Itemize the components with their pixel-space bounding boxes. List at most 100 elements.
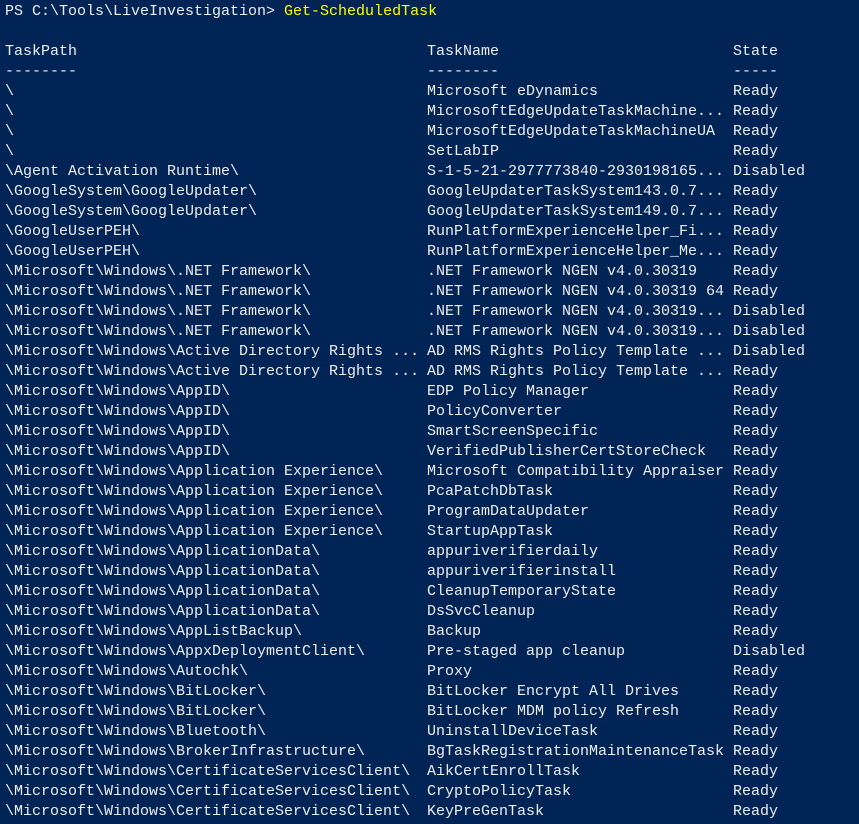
table-row: \Microsoft\Windows\BitLocker\ BitLocker E… xyxy=(0,682,859,702)
table-row: \Microsoft\Windows\Application Experienc… xyxy=(0,482,859,502)
cell-taskpath: \Microsoft\Windows\AppID\ xyxy=(5,423,231,440)
cell-taskname: CryptoPolicyTask xyxy=(427,783,572,800)
cell-taskname: Backup xyxy=(427,623,482,640)
cell-state: Disabled xyxy=(733,643,806,660)
table-row: \Microsoft\Windows\Active Directory Righ… xyxy=(0,362,859,382)
cell-state: Ready xyxy=(733,123,779,140)
cell-state: Ready xyxy=(733,383,779,400)
cell-state: Ready xyxy=(733,403,779,420)
table-row: \Microsoft\Windows\AppxDeploymentClient\… xyxy=(0,642,859,662)
cell-state: Ready xyxy=(733,683,779,700)
cell-state: Disabled xyxy=(733,163,806,180)
cell-state: Ready xyxy=(733,103,779,120)
cell-taskname: UninstallDeviceTask xyxy=(427,723,599,740)
powershell-console[interactable]: PS C:\Tools\LiveInvestigation> Get-Sched… xyxy=(0,0,859,824)
cell-taskpath: \Microsoft\Windows\AppID\ xyxy=(5,383,231,400)
cell-taskpath: \Microsoft\Windows\.NET Framework\ xyxy=(5,263,312,280)
table-row: \Microsoft\Windows\ApplicationData\ Clean… xyxy=(0,582,859,602)
separator-taskname: -------- xyxy=(427,63,500,80)
cell-taskpath: \Microsoft\Windows\Autochk\ xyxy=(5,663,249,680)
table-separator-row: -------- -------- ----- xyxy=(0,62,859,82)
cell-taskname: .NET Framework NGEN v4.0.30319 xyxy=(427,263,698,280)
table-row: \Microsoft\Windows\.NET Framework\ .NET F… xyxy=(0,262,859,282)
cell-state: Disabled xyxy=(733,303,806,320)
table-row: \Microsoft\Windows\.NET Framework\ .NET F… xyxy=(0,302,859,322)
cell-taskpath: \Microsoft\Windows\Active Directory Righ… xyxy=(5,363,420,380)
table-row: \Microsoft\Windows\Application Experienc… xyxy=(0,462,859,482)
cell-taskpath: \ xyxy=(5,83,15,100)
cell-taskname: VerifiedPublisherCertStoreCheck xyxy=(427,443,707,460)
cell-taskpath: \Microsoft\Windows\AppxDeploymentClient\ xyxy=(5,643,366,660)
cell-taskpath: \Microsoft\Windows\CertificateServicesCl… xyxy=(5,803,411,820)
cell-taskpath: \Microsoft\Windows\.NET Framework\ xyxy=(5,303,312,320)
table-row: \Microsoft\Windows\AppID\ PolicyConverter… xyxy=(0,402,859,422)
cell-state: Ready xyxy=(733,783,779,800)
table-row: \GoogleSystem\GoogleUpdater\ GoogleUpdate… xyxy=(0,182,859,202)
cell-taskpath: \Microsoft\Windows\CertificateServicesCl… xyxy=(5,783,411,800)
cell-taskname: RunPlatformExperienceHelper_Fi... xyxy=(427,223,725,240)
table-header-row: TaskPath TaskName State xyxy=(0,42,859,62)
table-row: \GoogleUserPEH\ RunPlatformExperienceHelp… xyxy=(0,242,859,262)
cell-taskname: S-1-5-21-2977773840-2930198165... xyxy=(427,163,725,180)
table-row: \Microsoft\Windows\AppListBackup\ Backup R… xyxy=(0,622,859,642)
header-state: State xyxy=(733,43,779,60)
cell-taskname: SmartScreenSpecific xyxy=(427,423,599,440)
cell-taskpath: \GoogleUserPEH\ xyxy=(5,223,141,240)
cell-state: Ready xyxy=(733,543,779,560)
cell-taskpath: \Microsoft\Windows\ApplicationData\ xyxy=(5,543,321,560)
table-row: \Microsoft\Windows\AppID\ SmartScreenSpec… xyxy=(0,422,859,442)
cell-state: Ready xyxy=(733,263,779,280)
cell-taskname: Pre-staged app cleanup xyxy=(427,643,626,660)
cell-taskpath: \Microsoft\Windows\BitLocker\ xyxy=(5,703,267,720)
cell-state: Ready xyxy=(733,503,779,520)
cell-taskname: .NET Framework NGEN v4.0.30319 64 xyxy=(427,283,725,300)
cell-taskpath: \Microsoft\Windows\Application Experienc… xyxy=(5,503,384,520)
cell-taskpath: \Microsoft\Windows\ApplicationData\ xyxy=(5,583,321,600)
cell-taskpath: \Microsoft\Windows\AppID\ xyxy=(5,443,231,460)
cell-state: Ready xyxy=(733,443,779,460)
cell-taskpath: \GoogleSystem\GoogleUpdater\ xyxy=(5,203,258,220)
cell-taskname: DsSvcCleanup xyxy=(427,603,536,620)
cell-state: Ready xyxy=(733,243,779,260)
table-row: \Microsoft\Windows\ApplicationData\ appur… xyxy=(0,542,859,562)
cell-state: Ready xyxy=(733,563,779,580)
cell-taskname: .NET Framework NGEN v4.0.30319... xyxy=(427,303,725,320)
cell-state: Ready xyxy=(733,743,779,760)
cell-taskpath: \ xyxy=(5,123,15,140)
cell-taskname: SetLabIP xyxy=(427,143,500,160)
header-taskpath: TaskPath xyxy=(5,43,78,60)
cell-taskname: BitLocker Encrypt All Drives xyxy=(427,683,680,700)
prompt-line: PS C:\Tools\LiveInvestigation> Get-Sched… xyxy=(0,2,859,22)
table-row: \GoogleSystem\GoogleUpdater\ GoogleUpdate… xyxy=(0,202,859,222)
cell-state: Disabled xyxy=(733,343,806,360)
cell-taskname: BgTaskRegistrationMaintenanceTask xyxy=(427,743,725,760)
cell-taskname: CleanupTemporaryState xyxy=(427,583,617,600)
cell-taskpath: \GoogleSystem\GoogleUpdater\ xyxy=(5,183,258,200)
table-row: \Microsoft\Windows\AppID\ VerifiedPublish… xyxy=(0,442,859,462)
table-row: \Microsoft\Windows\CertificateServicesCl… xyxy=(0,762,859,782)
cell-taskname: Proxy xyxy=(427,663,473,680)
table-row: \ Microsoft eDynamics Ready xyxy=(0,82,859,102)
cell-state: Ready xyxy=(733,223,779,240)
table-row: \Microsoft\Windows\BrokerInfrastructure\… xyxy=(0,742,859,762)
cell-taskname: MicrosoftEdgeUpdateTaskMachine... xyxy=(427,103,725,120)
cell-taskpath: \Microsoft\Windows\BrokerInfrastructure\ xyxy=(5,743,366,760)
cell-taskpath: \Microsoft\Windows\ApplicationData\ xyxy=(5,563,321,580)
cell-taskname: GoogleUpdaterTaskSystem149.0.7... xyxy=(427,203,725,220)
cell-state: Ready xyxy=(733,523,779,540)
cell-taskpath: \Agent Activation Runtime\ xyxy=(5,163,240,180)
table-row: \Microsoft\Windows\ApplicationData\ DsSvc… xyxy=(0,602,859,622)
cell-taskpath: \Microsoft\Windows\.NET Framework\ xyxy=(5,283,312,300)
table-row: \Microsoft\Windows\.NET Framework\ .NET F… xyxy=(0,322,859,342)
table-row: \Microsoft\Windows\CertificateServicesCl… xyxy=(0,782,859,802)
separator-state: ----- xyxy=(733,63,779,80)
cell-state: Ready xyxy=(733,423,779,440)
table-row: \GoogleUserPEH\ RunPlatformExperienceHelp… xyxy=(0,222,859,242)
header-taskname: TaskName xyxy=(427,43,500,60)
table-row: \Microsoft\Windows\CertificateServicesCl… xyxy=(0,802,859,822)
table-row: \Microsoft\Windows\AppID\ EDP Policy Mana… xyxy=(0,382,859,402)
cell-state: Ready xyxy=(733,623,779,640)
cell-taskname: GoogleUpdaterTaskSystem143.0.7... xyxy=(427,183,725,200)
cell-taskname: ProgramDataUpdater xyxy=(427,503,590,520)
table-row: \ SetLabIP Ready xyxy=(0,142,859,162)
